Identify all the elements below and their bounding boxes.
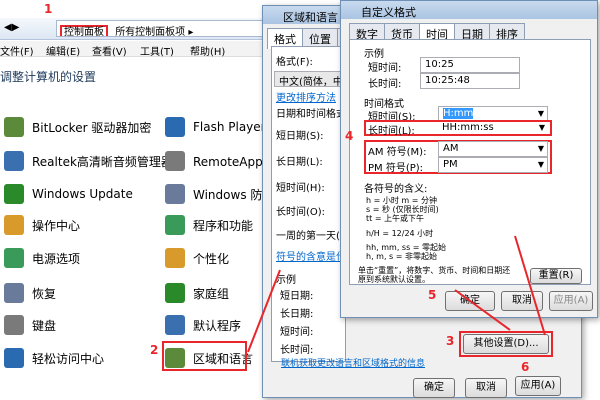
arrow-4 — [514, 235, 546, 336]
arrow-3 — [454, 289, 511, 331]
arrow-2 — [247, 269, 281, 353]
annotation-arrows — [247, 235, 546, 353]
